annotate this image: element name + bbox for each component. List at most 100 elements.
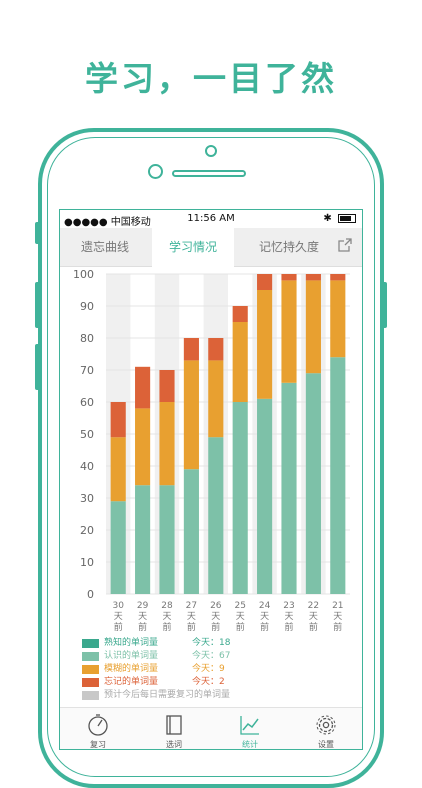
bar-segment: [135, 366, 151, 409]
x-tick-label: 天: [260, 612, 269, 622]
tab-forgetting-curve[interactable]: 遗忘曲线: [68, 228, 142, 266]
legend-swatch: [82, 691, 99, 700]
x-tick-label: 28: [161, 601, 173, 611]
legend-name: 模糊的单词量: [104, 664, 159, 674]
legend-item: 认识的单词量 今天：67: [82, 650, 352, 663]
bar-segment: [281, 274, 297, 281]
bar-segment: [305, 274, 321, 281]
share-icon[interactable]: [338, 238, 352, 252]
legend-name: 熟知的单词量: [104, 638, 159, 648]
bar-segment: [159, 485, 175, 594]
x-tick-label: 25: [234, 601, 245, 611]
bar-segment: [208, 437, 224, 594]
bar-segment: [208, 360, 224, 438]
bar-segment: [257, 398, 273, 594]
x-tick-label: 天: [236, 612, 245, 622]
legend-item: 忘记的单词量 今天：2: [82, 676, 352, 689]
bar-segment: [183, 360, 199, 470]
bar-segment: [135, 485, 151, 594]
nav-label: 设置: [318, 740, 334, 749]
speaker-grille: [172, 170, 246, 177]
sensor-icon: [205, 145, 217, 157]
legend-item: 熟知的单词量 今天：18: [82, 637, 352, 650]
bar-segment: [208, 338, 224, 361]
y-tick-label: 100: [73, 268, 94, 281]
x-tick-label: 前: [284, 621, 293, 633]
nav-label: 复习: [90, 740, 106, 749]
y-tick-label: 80: [80, 332, 94, 345]
bar-segment: [110, 402, 126, 438]
bar-segment: [183, 469, 199, 594]
x-tick-label: 前: [260, 621, 269, 633]
legend-today: 今天：67: [192, 651, 231, 661]
bar-segment: [305, 280, 321, 374]
nav-label: 选词: [166, 740, 182, 749]
bar-segment: [330, 280, 346, 358]
y-tick-label: 20: [80, 524, 94, 537]
y-tick-label: 70: [80, 364, 94, 377]
bottom-navigation: 复习 选词 统计 设置: [60, 707, 362, 749]
bar-segment: [281, 280, 297, 383]
x-tick-label: 天: [162, 612, 171, 622]
bar-segment: [159, 402, 175, 486]
tab-study-status[interactable]: 学习情况: [152, 228, 234, 267]
bar-segment: [110, 437, 126, 502]
mute-switch: [35, 222, 40, 244]
legend-name: 预计今后每日需要复习的单词量: [104, 690, 231, 700]
tab-bar: 遗忘曲线 学习情况 记忆持久度: [60, 228, 362, 267]
bar-segment: [305, 373, 321, 594]
x-tick-label: 21: [332, 601, 343, 611]
line-chart-icon: [240, 716, 259, 735]
clock: 11:56 AM: [187, 213, 235, 224]
legend-today: 今天：18: [192, 638, 231, 648]
nav-select-words[interactable]: 选词: [136, 708, 212, 749]
app-screen: ●●●●● 中国移动 11:56 AM ✱ 遗忘曲线 学习情况 记忆持久度 0 1…: [59, 209, 363, 750]
legend-swatch: [82, 652, 99, 661]
legend-item: 模糊的单词量 今天：9: [82, 663, 352, 676]
front-camera-icon: [148, 164, 163, 179]
status-right: ✱: [323, 213, 356, 224]
bar-segment: [110, 501, 126, 594]
book-icon: [166, 715, 182, 735]
legend-name: 认识的单词量: [104, 651, 159, 661]
tab-memory-retention[interactable]: 记忆持久度: [244, 228, 334, 266]
legend-name: 忘记的单词量: [104, 677, 159, 687]
bluetooth-icon: ✱: [323, 213, 332, 224]
nav-settings[interactable]: 设置: [288, 708, 362, 749]
x-tick-label: 天: [333, 612, 342, 622]
bar-segment: [257, 274, 273, 290]
y-tick-label: 0: [87, 588, 94, 601]
headline: 学习，一目了然: [85, 59, 337, 98]
y-tick-label: 40: [80, 460, 94, 473]
legend-swatch: [82, 665, 99, 674]
x-tick-label: 天: [187, 612, 196, 622]
x-tick-label: 前: [162, 621, 171, 633]
nav-statistics[interactable]: 统计: [212, 708, 288, 749]
x-tick-label: 前: [114, 621, 123, 633]
bar-segment: [257, 290, 273, 399]
y-tick-label: 90: [80, 300, 94, 313]
x-tick-label: 前: [309, 621, 318, 633]
x-tick-label: 27: [186, 601, 197, 611]
x-tick-label: 26: [210, 601, 222, 611]
bar-segment: [330, 357, 346, 594]
x-tick-label: 22: [308, 601, 319, 611]
x-tick-label: 29: [137, 601, 149, 611]
x-tick-label: 前: [211, 621, 220, 633]
x-tick-label: 前: [236, 621, 245, 633]
power-button: [382, 282, 387, 328]
bar-segment: [330, 274, 346, 281]
chart-legend: 熟知的单词量 今天：18 认识的单词量 今天：67 模糊的单词量 今天：9 忘记…: [82, 637, 352, 702]
bar-segment: [232, 402, 248, 594]
bar-segment: [232, 322, 248, 402]
x-tick-label: 24: [259, 601, 271, 611]
x-tick-label: 天: [211, 612, 220, 622]
volume-down-button: [35, 344, 40, 390]
bar-segment: [281, 382, 297, 594]
legend-swatch: [82, 678, 99, 687]
status-bar: ●●●●● 中国移动 11:56 AM ✱: [60, 210, 362, 228]
tab-label: 学习情况: [168, 240, 217, 254]
x-tick-label: 前: [333, 621, 342, 633]
study-chart: 010203040506070809010030天前29天前28天前27天前26…: [73, 268, 350, 633]
nav-review[interactable]: 复习: [60, 708, 136, 749]
